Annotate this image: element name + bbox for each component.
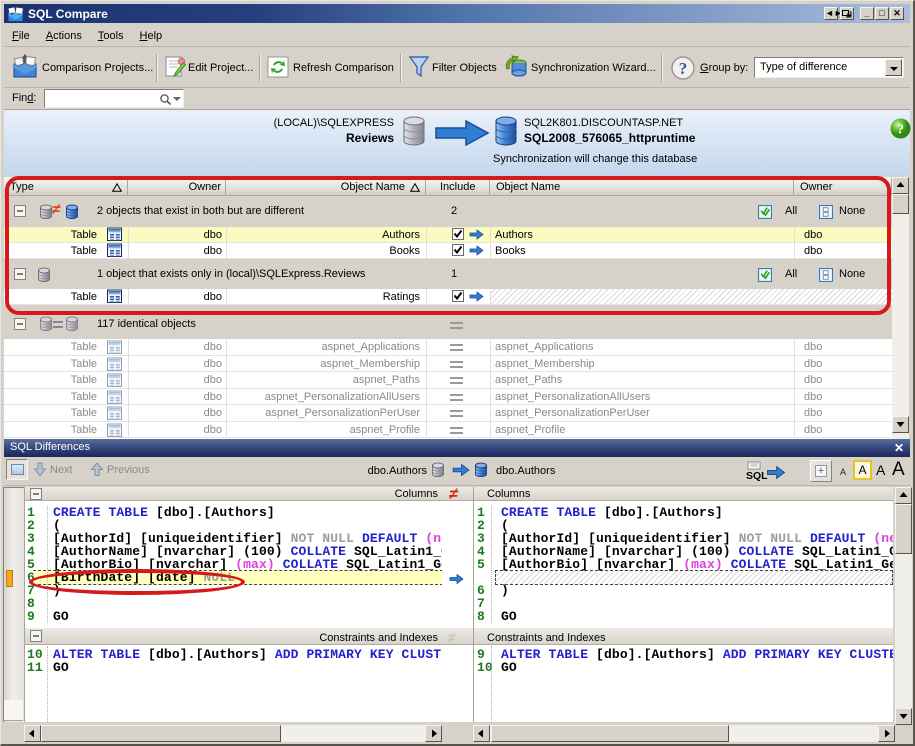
svg-text:?: ? xyxy=(679,59,688,78)
svg-text:SQL: SQL xyxy=(746,470,768,481)
svg-text:?: ? xyxy=(897,123,904,138)
